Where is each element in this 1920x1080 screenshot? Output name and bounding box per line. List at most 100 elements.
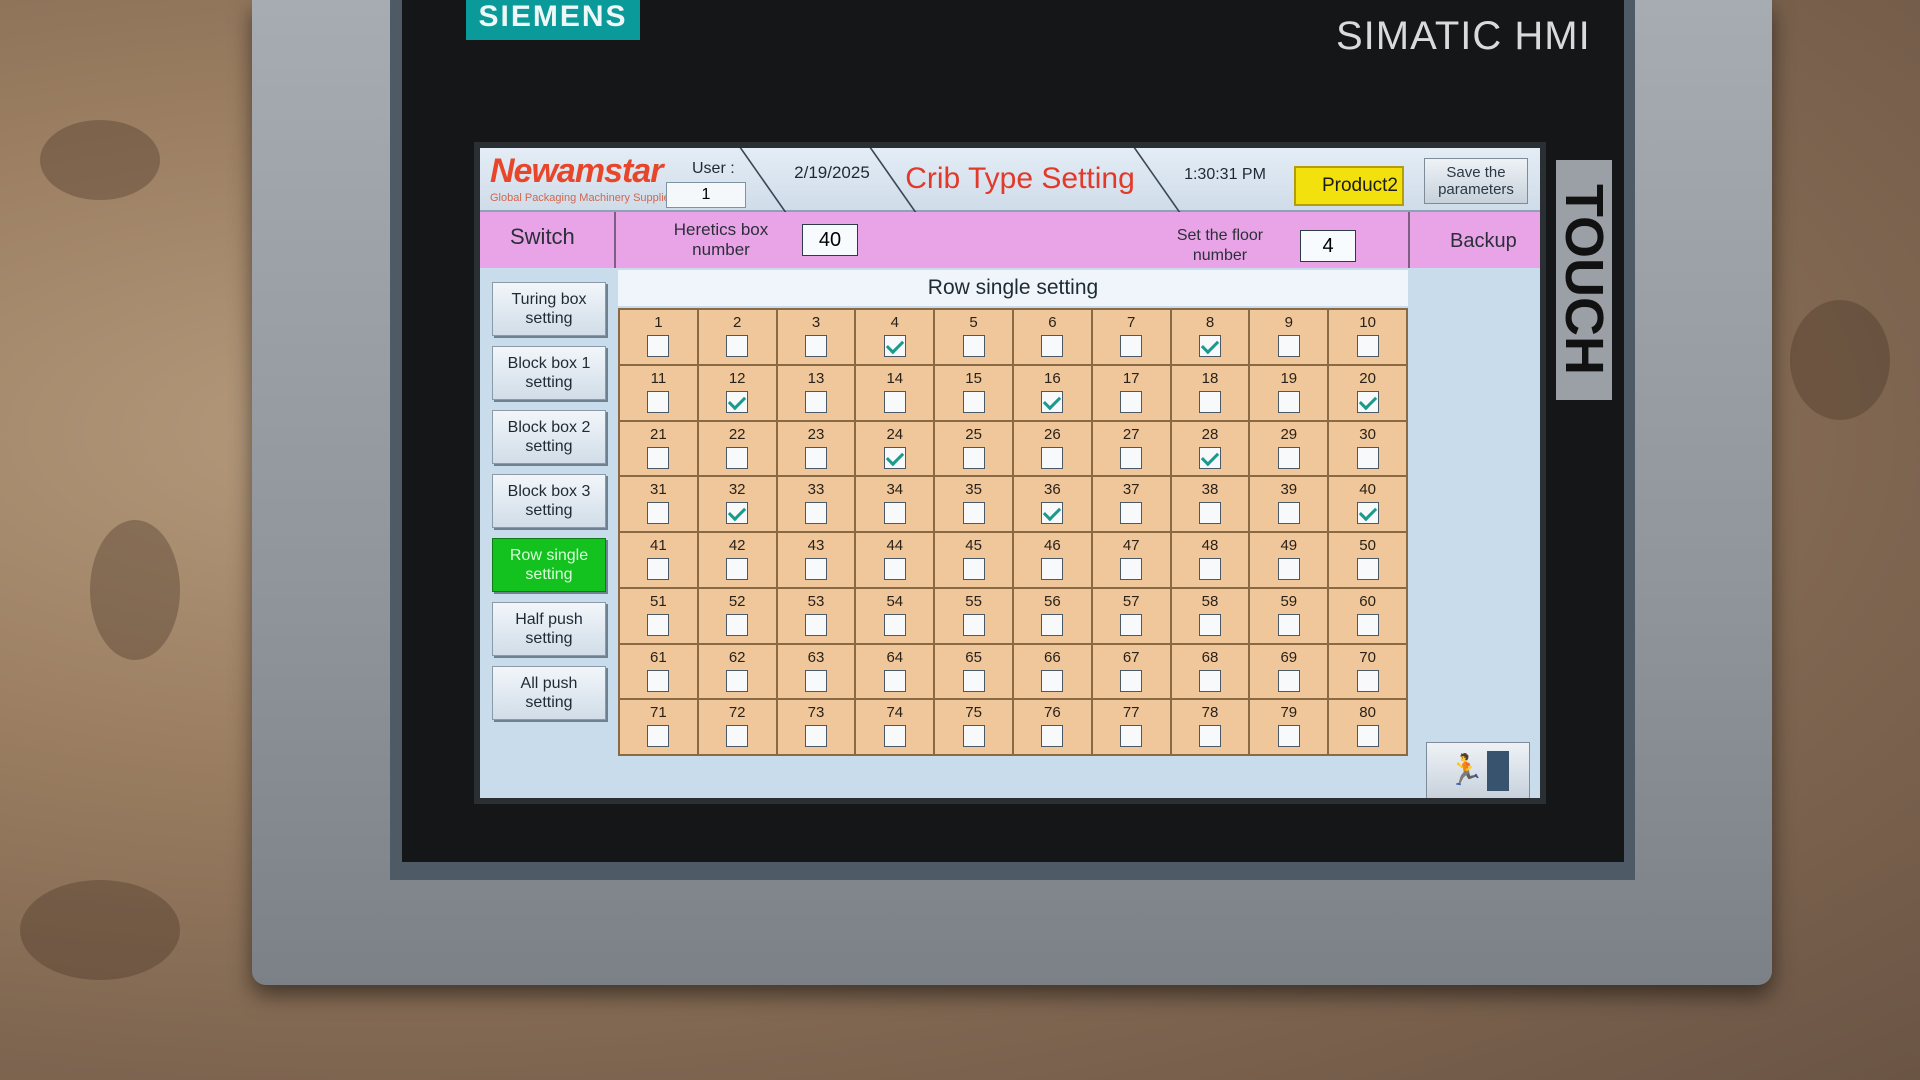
cell-checkbox[interactable]	[883, 613, 906, 636]
cell-checkbox[interactable]	[647, 669, 670, 692]
cell-checkbox[interactable]	[1356, 613, 1379, 636]
cell-checkbox[interactable]	[1198, 725, 1221, 748]
cell-checkbox[interactable]	[883, 390, 906, 413]
cell-number: 38	[1201, 481, 1219, 499]
cell-checkbox[interactable]	[1277, 613, 1300, 636]
cell-checkbox[interactable]	[1120, 725, 1143, 748]
cell-checkbox[interactable]	[804, 446, 827, 469]
cell-checkbox[interactable]	[726, 335, 749, 357]
sidebar-item-block-box-1[interactable]: Block box 1 setting	[492, 346, 606, 400]
cell-checkbox[interactable]	[1120, 669, 1143, 692]
cell-checkbox[interactable]	[647, 502, 670, 525]
cell-checkbox[interactable]	[1198, 502, 1221, 525]
cell-checkbox[interactable]	[804, 613, 827, 636]
cell-checkbox[interactable]	[1120, 558, 1143, 580]
sidebar-item-row-single[interactable]: Row single setting	[492, 538, 606, 592]
cell-checkbox[interactable]	[962, 335, 985, 357]
cell-checkbox[interactable]	[1120, 390, 1143, 413]
cell-checkbox[interactable]	[1198, 446, 1221, 469]
cell-checkbox[interactable]	[726, 613, 749, 636]
cell-checkbox[interactable]	[883, 669, 906, 692]
cell-checkbox[interactable]	[1198, 390, 1221, 413]
cell-checkbox[interactable]	[1277, 558, 1300, 580]
cell-checkbox[interactable]	[883, 725, 906, 748]
cell-checkbox[interactable]	[1198, 669, 1221, 692]
cell-checkbox[interactable]	[1356, 335, 1379, 357]
cell-checkbox[interactable]	[647, 446, 670, 469]
user-field[interactable]: 1	[666, 182, 746, 208]
product-button[interactable]: Product2	[1294, 166, 1404, 206]
cell-checkbox[interactable]	[1277, 725, 1300, 748]
cell-checkbox[interactable]	[1356, 725, 1379, 748]
cell-checkbox[interactable]	[1120, 446, 1143, 469]
sidebar-item-turing-box[interactable]: Turing box setting	[492, 282, 606, 336]
cell-checkbox[interactable]	[883, 558, 906, 580]
cell-checkbox[interactable]	[1198, 335, 1221, 357]
floor-number-field[interactable]: 4	[1300, 230, 1356, 262]
cell-checkbox[interactable]	[883, 446, 906, 469]
cell-checkbox[interactable]	[962, 558, 985, 580]
sidebar-item-half-push[interactable]: Half push setting	[492, 602, 606, 656]
cell-checkbox[interactable]	[1041, 725, 1064, 748]
cell-checkbox[interactable]	[962, 613, 985, 636]
save-parameters-button[interactable]: Save the parameters	[1424, 158, 1528, 204]
cell-checkbox[interactable]	[1277, 335, 1300, 357]
sidebar-item-all-push[interactable]: All push setting	[492, 666, 606, 720]
cell-checkbox[interactable]	[647, 613, 670, 636]
exit-button[interactable]: 🏃	[1426, 742, 1530, 798]
cell-checkbox[interactable]	[962, 502, 985, 525]
cell-checkbox[interactable]	[962, 669, 985, 692]
cell-checkbox[interactable]	[804, 502, 827, 525]
cell-checkbox[interactable]	[962, 725, 985, 748]
cell-checkbox[interactable]	[1041, 558, 1064, 580]
cell-checkbox[interactable]	[962, 390, 985, 413]
cell-checkbox[interactable]	[1041, 446, 1064, 469]
cell-checkbox[interactable]	[804, 558, 827, 580]
cell-checkbox[interactable]	[804, 669, 827, 692]
cell-checkbox[interactable]	[1041, 335, 1064, 357]
sidebar-item-block-box-2[interactable]: Block box 2 setting	[492, 410, 606, 464]
cell-number: 50	[1359, 537, 1376, 554]
cell-checkbox[interactable]	[1120, 613, 1143, 636]
cell-checkbox[interactable]	[804, 335, 827, 357]
cell-checkbox[interactable]	[726, 502, 749, 525]
cell-checkbox[interactable]	[1356, 502, 1379, 525]
cell-checkbox[interactable]	[1120, 335, 1143, 357]
cell-checkbox[interactable]	[1277, 669, 1300, 692]
cell-checkbox[interactable]	[1198, 558, 1221, 580]
cell-checkbox[interactable]	[883, 335, 906, 357]
cell-number: 40	[1359, 481, 1376, 499]
cell-checkbox[interactable]	[1120, 502, 1143, 525]
cell-checkbox[interactable]	[883, 502, 906, 525]
cell-checkbox[interactable]	[1041, 502, 1064, 525]
cell-checkbox[interactable]	[1356, 390, 1379, 413]
cell-checkbox[interactable]	[647, 725, 670, 748]
backup-button[interactable]: Backup	[1450, 230, 1517, 253]
cell-checkbox[interactable]	[1356, 558, 1379, 580]
cell-number: 78	[1201, 704, 1219, 722]
cell-checkbox[interactable]	[1356, 669, 1379, 692]
cell-checkbox[interactable]	[1041, 669, 1064, 692]
cell-checkbox[interactable]	[726, 725, 749, 748]
cell-checkbox[interactable]	[1198, 613, 1221, 636]
cell-checkbox[interactable]	[726, 669, 749, 692]
cell-number: 76	[1044, 704, 1061, 722]
cell-checkbox[interactable]	[804, 390, 827, 413]
cell-checkbox[interactable]	[1277, 390, 1300, 413]
cell-checkbox[interactable]	[726, 558, 749, 580]
cell-checkbox[interactable]	[1041, 613, 1064, 636]
cell-checkbox[interactable]	[647, 335, 670, 357]
cell-checkbox[interactable]	[647, 390, 670, 413]
sidebar-item-block-box-3[interactable]: Block box 3 setting	[492, 474, 606, 528]
cell-checkbox[interactable]	[1277, 502, 1300, 525]
heretics-box-field[interactable]: 40	[802, 224, 858, 256]
cell-checkbox[interactable]	[1356, 446, 1379, 469]
cell-checkbox[interactable]	[962, 446, 985, 469]
cell-checkbox[interactable]	[726, 390, 749, 413]
cell-checkbox[interactable]	[1277, 446, 1300, 469]
cell-checkbox[interactable]	[1041, 390, 1064, 413]
cell-checkbox[interactable]	[726, 446, 749, 469]
cell-checkbox[interactable]	[804, 725, 827, 748]
grid-cell: 65	[934, 643, 1013, 700]
cell-checkbox[interactable]	[647, 558, 670, 580]
